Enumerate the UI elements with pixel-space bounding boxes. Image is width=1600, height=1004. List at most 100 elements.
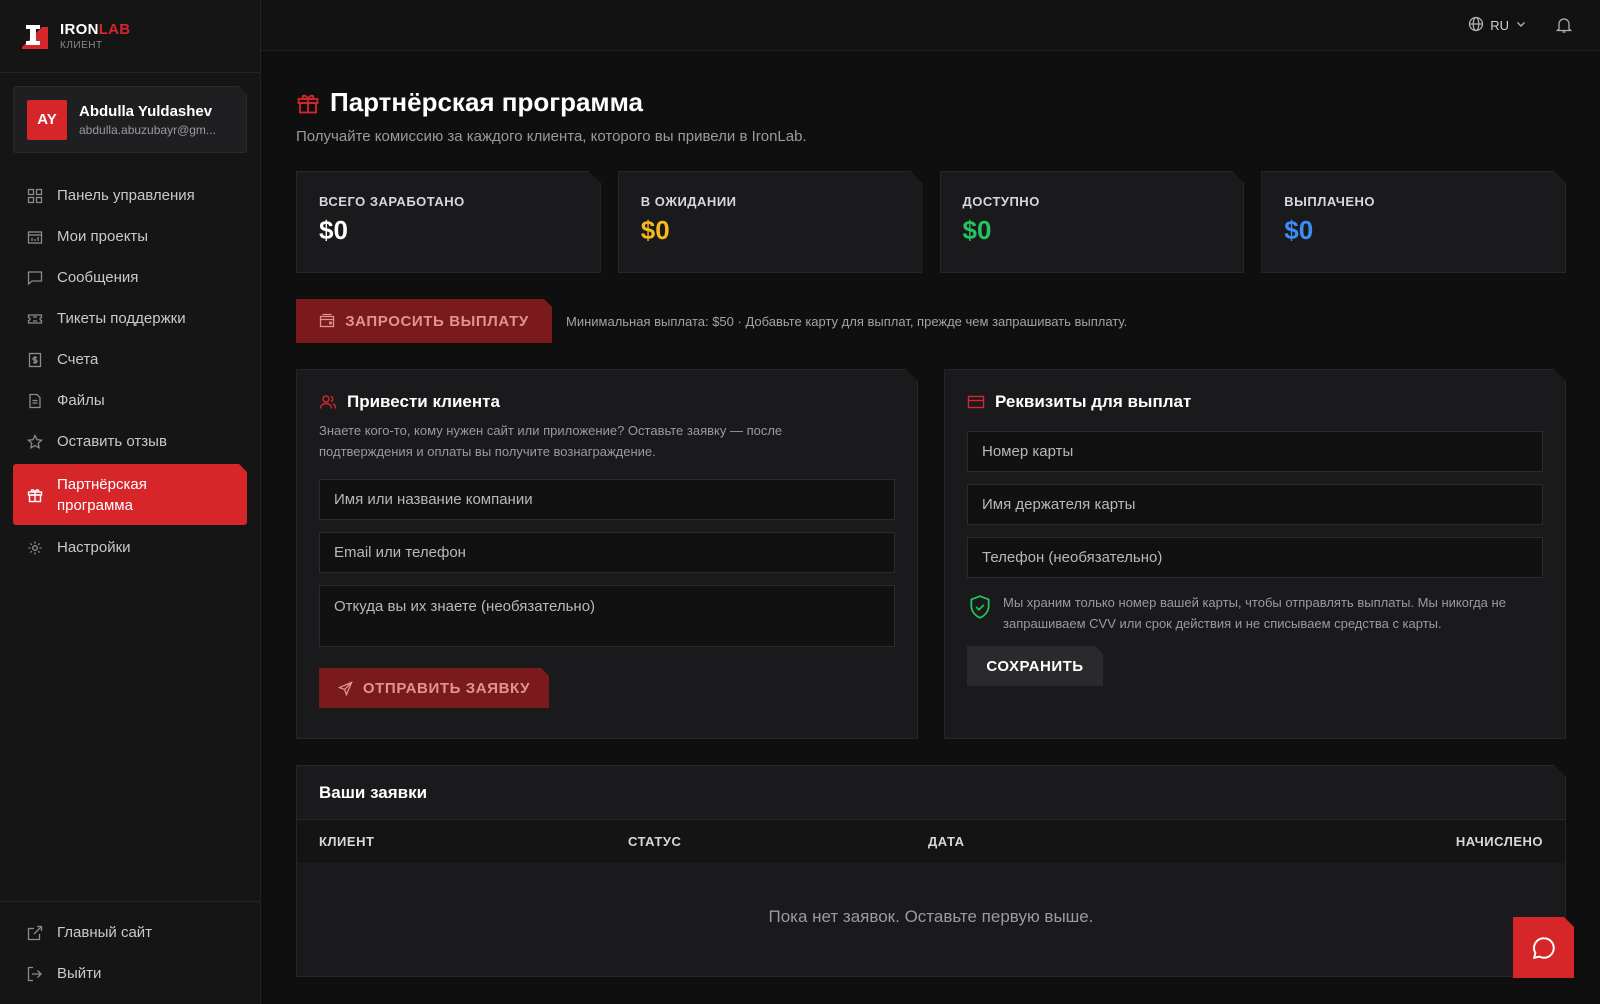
column-client: КЛИЕНТ bbox=[319, 834, 375, 849]
sidebar-item-projects[interactable]: Мои проекты bbox=[0, 216, 260, 257]
panel-description: Знаете кого-то, кому нужен сайт или прил… bbox=[319, 423, 783, 459]
sidebar-item-label: Выйти bbox=[57, 965, 102, 982]
sidebar-item-review[interactable]: Оставить отзыв bbox=[0, 421, 260, 462]
sidebar: IRONLAB КЛИЕНТ AY Abdulla Yuldashev abdu… bbox=[0, 0, 261, 1004]
topbar: RU bbox=[261, 0, 1600, 51]
submit-referral-button[interactable]: ОТПРАВИТЬ ЗАЯВКУ bbox=[319, 668, 549, 708]
sidebar-item-label: Счета bbox=[57, 351, 99, 368]
globe-icon bbox=[1468, 16, 1484, 35]
sidebar-item-dashboard[interactable]: Панель управления bbox=[0, 175, 260, 216]
sidebar-item-label: Настройки bbox=[57, 539, 131, 556]
brand-name-lab: LAB bbox=[98, 20, 131, 38]
panel-title: Реквизиты для выплат bbox=[995, 392, 1192, 411]
sidebar-item-logout[interactable]: Выйти bbox=[0, 953, 260, 994]
page-subtitle: Получайте комиссию за каждого клиента, к… bbox=[296, 128, 807, 145]
stat-label: ДОСТУПНО bbox=[962, 194, 1040, 209]
users-icon bbox=[319, 393, 337, 411]
shield-check-icon bbox=[967, 594, 993, 634]
column-status: СТАТУС bbox=[628, 834, 682, 849]
user-email: abdulla.abuzubayr@gm... bbox=[79, 122, 216, 137]
user-name: Abdulla Yuldashev bbox=[79, 102, 213, 120]
star-icon bbox=[27, 433, 43, 450]
language-label: RU bbox=[1490, 17, 1509, 33]
stat-value: $0 bbox=[1284, 215, 1314, 245]
card-number-input[interactable] bbox=[967, 431, 1543, 472]
sidebar-item-tickets[interactable]: Тикеты поддержки bbox=[0, 298, 260, 339]
brand-name-iron: IRON bbox=[60, 20, 99, 38]
gift-icon bbox=[296, 91, 320, 115]
client-source-textarea[interactable] bbox=[319, 585, 895, 647]
gear-icon bbox=[27, 540, 43, 556]
empty-state: Пока нет заявок. Оставьте первую выше. bbox=[768, 907, 1094, 926]
ticket-icon bbox=[27, 311, 43, 327]
stat-value: $0 bbox=[640, 215, 670, 245]
stat-label: В ОЖИДАНИИ bbox=[640, 194, 737, 209]
avatar: AY bbox=[27, 100, 67, 140]
stat-pending: В ОЖИДАНИИ $0 bbox=[618, 171, 923, 273]
stat-value: $0 bbox=[962, 215, 992, 245]
main-area: RU Партнёрская программа Получайте комис… bbox=[261, 0, 1600, 1004]
page-title: Партнёрская программа bbox=[330, 87, 644, 117]
language-selector[interactable]: RU bbox=[1468, 16, 1527, 35]
sidebar-footer: Главный сайт Выйти bbox=[0, 901, 260, 1004]
chat-bubble-icon bbox=[1531, 935, 1557, 961]
sidebar-item-invoices[interactable]: Счета bbox=[0, 339, 260, 380]
sidebar-item-partner-program[interactable]: Партнёрская программа bbox=[13, 464, 247, 525]
stat-label: ВСЕГО ЗАРАБОТАНО bbox=[319, 194, 465, 209]
phone-input[interactable] bbox=[967, 537, 1543, 578]
projects-icon bbox=[27, 229, 43, 245]
requests-table: Ваши заявки КЛИЕНТ СТАТУС ДАТА НАЧИСЛЕНО… bbox=[296, 765, 1566, 977]
sidebar-item-label: Панель управления bbox=[57, 187, 195, 204]
sidebar-item-settings[interactable]: Настройки bbox=[0, 527, 260, 568]
client-name-input[interactable] bbox=[319, 479, 895, 520]
chat-button[interactable] bbox=[1513, 917, 1574, 978]
panel-title: Привести клиента bbox=[347, 392, 500, 411]
client-contact-input[interactable] bbox=[319, 532, 895, 573]
sidebar-item-messages[interactable]: Сообщения bbox=[0, 257, 260, 298]
table-header: КЛИЕНТ СТАТУС ДАТА НАЧИСЛЕНО bbox=[297, 819, 1565, 863]
dashboard-icon bbox=[27, 188, 43, 204]
stat-available: ДОСТУПНО $0 bbox=[940, 171, 1245, 273]
submit-referral-label: ОТПРАВИТЬ ЗАЯВКУ bbox=[362, 679, 531, 697]
stats-row: ВСЕГО ЗАРАБОТАНО $0 В ОЖИДАНИИ $0 ДОСТУП… bbox=[296, 171, 1566, 273]
security-note: Мы храним только номер вашей карты, чтоб… bbox=[1003, 595, 1506, 631]
sidebar-item-label: Сообщения bbox=[57, 269, 139, 286]
sidebar-item-label: Главный сайт bbox=[57, 924, 153, 941]
brand[interactable]: IRONLAB КЛИЕНТ bbox=[0, 0, 260, 73]
refer-client-panel: Привести клиента Знаете кого-то, кому ну… bbox=[296, 369, 918, 739]
sidebar-item-label: Файлы bbox=[57, 392, 105, 409]
send-icon bbox=[338, 681, 353, 696]
sidebar-item-label: Оставить отзыв bbox=[57, 433, 167, 450]
user-card[interactable]: AY Abdulla Yuldashev abdulla.abuzubayr@g… bbox=[13, 86, 247, 153]
credit-card-icon bbox=[967, 393, 985, 411]
requests-title: Ваши заявки bbox=[319, 782, 428, 802]
stat-paid-out: ВЫПЛАЧЕНО $0 bbox=[1261, 171, 1566, 273]
page-content: Партнёрская программа Получайте комиссию… bbox=[261, 51, 1600, 977]
logout-icon bbox=[27, 966, 43, 982]
card-holder-input[interactable] bbox=[967, 484, 1543, 525]
sidebar-item-main-site[interactable]: Главный сайт bbox=[0, 912, 260, 953]
stat-value: $0 bbox=[319, 215, 348, 245]
chevron-down-icon bbox=[1515, 18, 1527, 33]
external-link-icon bbox=[27, 925, 43, 941]
stat-total-earned: ВСЕГО ЗАРАБОТАНО $0 bbox=[296, 171, 601, 273]
column-date: ДАТА bbox=[928, 834, 965, 849]
payout-note: Минимальная выплата: $50 · Добавьте карт… bbox=[566, 313, 1128, 329]
messages-icon bbox=[27, 270, 43, 286]
bell-icon[interactable] bbox=[1555, 16, 1573, 34]
sidebar-nav: Панель управления Мои проекты Сообщения … bbox=[0, 175, 260, 568]
gift-icon bbox=[27, 487, 43, 503]
sidebar-item-label: Тикеты поддержки bbox=[57, 310, 186, 327]
request-payout-button[interactable]: ЗАПРОСИТЬ ВЫПЛАТУ bbox=[296, 299, 552, 343]
brand-subtitle: КЛИЕНТ bbox=[60, 39, 103, 51]
invoice-icon bbox=[27, 352, 43, 368]
save-button[interactable]: СОХРАНИТЬ bbox=[967, 646, 1103, 686]
file-icon bbox=[27, 393, 43, 409]
ironlab-logo-icon bbox=[20, 21, 50, 51]
column-accrued: НАЧИСЛЕНО bbox=[1455, 834, 1543, 849]
wallet-icon bbox=[319, 313, 335, 329]
sidebar-item-label: Партнёрская программа bbox=[57, 475, 147, 514]
sidebar-item-files[interactable]: Файлы bbox=[0, 380, 260, 421]
sidebar-item-label: Мои проекты bbox=[57, 228, 149, 245]
request-payout-label: ЗАПРОСИТЬ ВЫПЛАТУ bbox=[345, 312, 529, 330]
